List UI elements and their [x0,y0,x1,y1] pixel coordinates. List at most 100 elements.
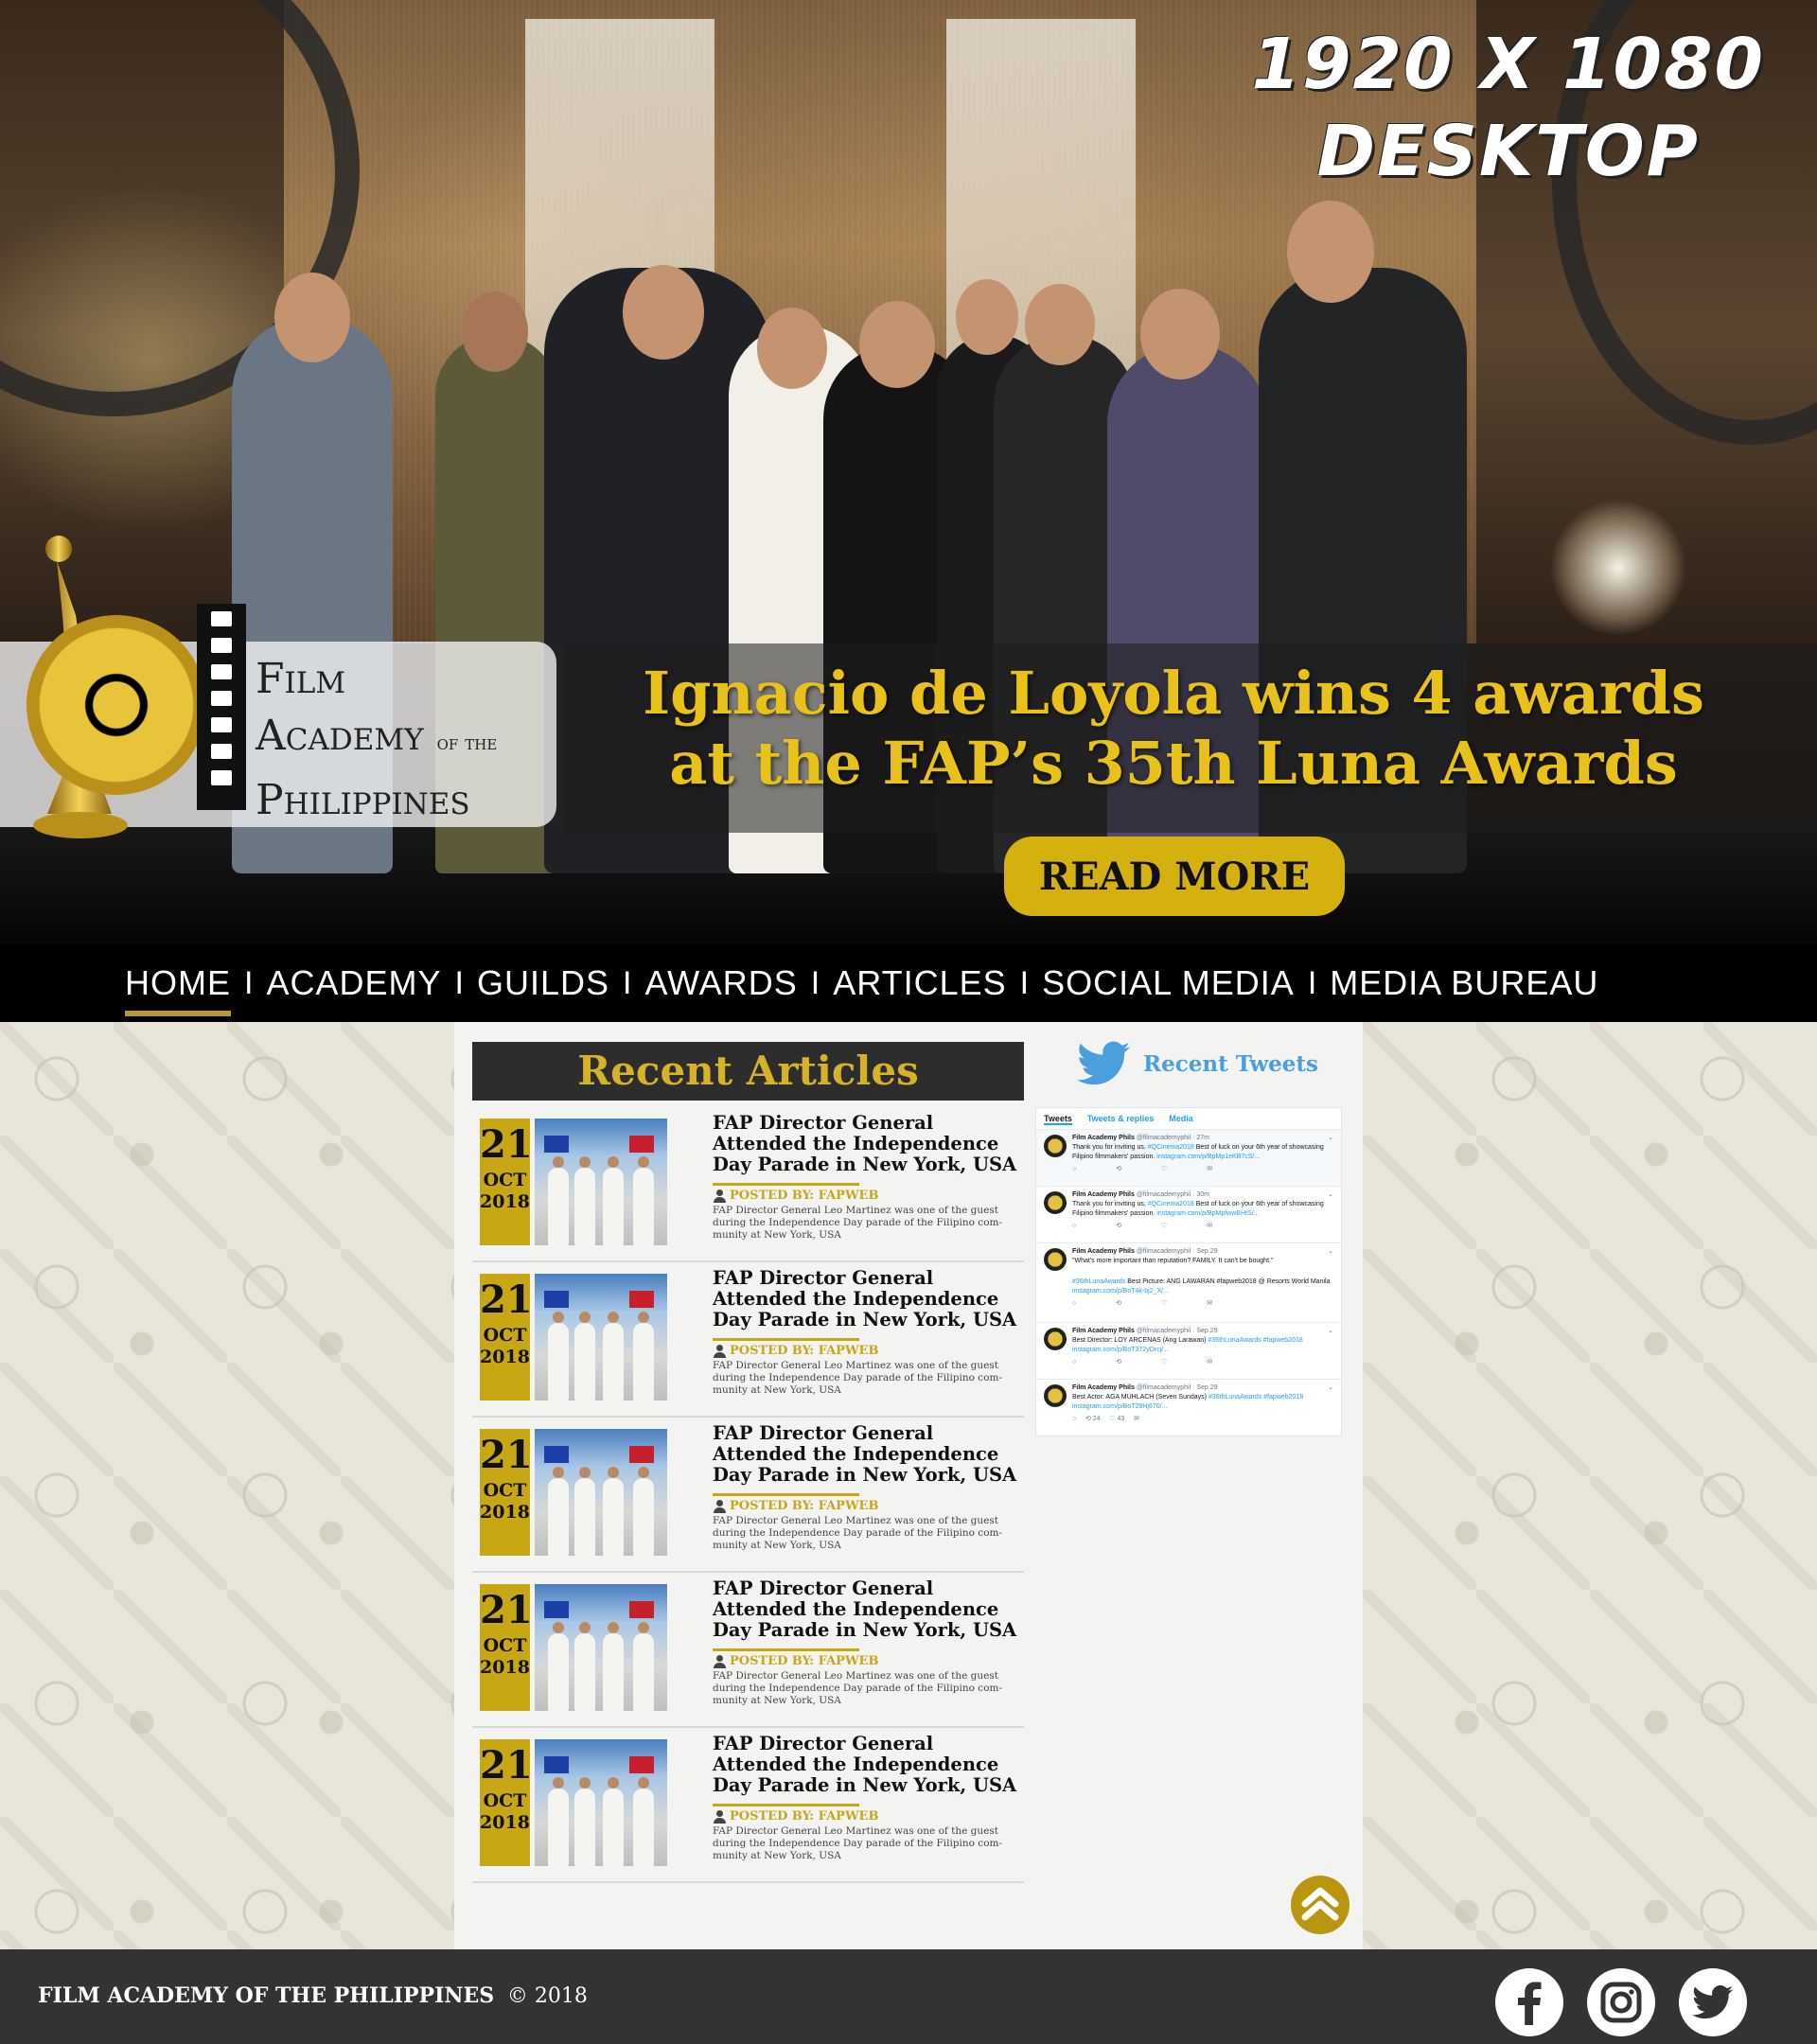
tweet-hashtag[interactable]: #QCinema2018 [1148,1144,1194,1151]
title-underline [713,1338,859,1341]
tweet-author[interactable]: Film Academy Phils [1072,1328,1135,1334]
posted-by-label: POSTED BY: FAPWEB [730,1809,879,1824]
article-thumbnail[interactable] [535,1584,667,1711]
date-month: OCT [483,1790,527,1811]
nav-separator: I [622,964,632,1001]
date-day: 21 [480,1588,533,1632]
article-card[interactable]: 21 OCT 2018 FAP Director General Attende… [472,1728,1024,1883]
facebook-icon[interactable] [1495,1968,1563,2036]
tweet[interactable]: ⌄ Film Academy Phils @filmacademyphil · … [1036,1130,1341,1187]
tweet[interactable]: ⌄ Film Academy Phils @filmacademyphil · … [1036,1380,1341,1435]
article-title[interactable]: FAP Director General Attended the Indepe… [713,1268,1025,1330]
like-count: 43 [1117,1416,1125,1422]
tweet-link[interactable]: instagram.com/p/BoT4k-bj2_X/... [1072,1288,1169,1295]
tweet-actions[interactable]: ○ ⟲ ♡ ✉ [1072,1358,1333,1367]
scroll-to-top-button[interactable] [1291,1876,1350,1934]
user-icon [713,1499,726,1513]
tweet-author[interactable]: Film Academy Phils [1072,1384,1135,1391]
tweet-handle: @filmacademyphil · Sep 29 [1136,1384,1218,1391]
tweet-hashtag[interactable]: #QCinema2018 [1148,1201,1194,1207]
read-more-button[interactable]: READ MORE [1004,837,1345,916]
chevron-down-icon[interactable]: ⌄ [1328,1247,1333,1257]
tweet[interactable]: ⌄ Film Academy Phils @filmacademyphil · … [1036,1243,1341,1323]
article-title[interactable]: FAP Director General Attended the Indepe… [713,1734,1025,1796]
user-icon [713,1654,726,1668]
nav-item-awards[interactable]: AWARDS [644,963,797,1003]
nav-item-home[interactable]: HOME [125,963,231,1016]
date-year: 2018 [480,1657,530,1678]
footer-org-name: FILM ACADEMY OF THE PHILIPPINES [38,1983,495,2008]
tweet-hashtag[interactable]: #36thLunaAwards #fapweb2018 [1208,1394,1303,1401]
tweet-actions[interactable]: ○ ⟲ ♡ ✉ [1072,1299,1333,1309]
hero-headline-line-1: Ignacio de Loyola wins 4 awards [643,659,1704,728]
instagram-icon[interactable] [1587,1968,1655,2036]
user-icon [713,1344,726,1358]
site-footer: FILM ACADEMY OF THE PHILIPPINES © 2018 [0,1949,1817,2044]
resolution-line-2: DESKTOP [1316,111,1700,192]
title-underline [713,1804,859,1806]
double-chevron-up-icon [1301,1887,1339,1921]
article-thumbnail[interactable] [535,1274,667,1401]
tweet-link[interactable]: instagram.com/p/BoT372yDrcj/... [1072,1347,1169,1353]
avatar[interactable] [1044,1191,1067,1214]
logo-line-1: Film [256,655,346,703]
tweet-actions[interactable]: ○ ⟲ 24 ♡ 43 ✉ [1072,1415,1333,1424]
tweet-actions[interactable]: ○ ⟲ ♡ ✉ [1072,1165,1333,1174]
tweet-actions[interactable]: ○ ⟲ ♡ ✉ [1072,1222,1333,1231]
date-year: 2018 [480,1812,530,1833]
title-underline [713,1183,859,1186]
chevron-down-icon[interactable]: ⌄ [1328,1327,1333,1336]
user-icon [713,1809,726,1824]
tab-tweets-replies[interactable]: Tweets & replies [1087,1114,1154,1125]
nav-item-guilds[interactable]: GUILDS [477,963,609,1003]
article-thumbnail[interactable] [535,1429,667,1556]
tweet-text: Thank you for inviting us, [1072,1201,1148,1207]
hero-headline-line-2: at the FAP’s 35th Luna Awards [669,729,1678,798]
tweet-link[interactable]: instagram.com/p/BpMp1eKB7cS/... [1156,1154,1260,1160]
article-title[interactable]: FAP Director General Attended the Indepe… [713,1578,1025,1641]
tab-media[interactable]: Media [1169,1114,1193,1125]
title-underline [713,1493,859,1496]
tweet-text-2: Best Picture: ANG LAWARAN #fapweb2018 @ … [1125,1278,1331,1285]
tweet-author[interactable]: Film Academy Phils [1072,1248,1135,1255]
tweet-hashtag[interactable]: #36thLunaAwards [1072,1278,1125,1285]
tweet-link[interactable]: instagram.com/p/BpMpfwwBHtS/... [1156,1210,1259,1217]
nav-item-social-media[interactable]: SOCIAL MEDIA [1042,963,1295,1003]
article-card[interactable]: 21 OCT 2018 FAP Director General Attende… [472,1107,1024,1262]
chevron-down-icon[interactable]: ⌄ [1328,1190,1333,1200]
date-month: OCT [483,1480,527,1501]
article-title[interactable]: FAP Director General Attended the Indepe… [713,1423,1025,1486]
article-title[interactable]: FAP Director General Attended the Indepe… [713,1113,1025,1175]
chevron-down-icon[interactable]: ⌄ [1328,1383,1333,1393]
avatar[interactable] [1044,1248,1067,1271]
tweet[interactable]: ⌄ Film Academy Phils @filmacademyphil · … [1036,1323,1341,1380]
tweet-hashtag[interactable]: #36thLunaAwards #fapweb2018 [1208,1337,1302,1344]
avatar[interactable] [1044,1384,1067,1407]
tab-tweets[interactable]: Tweets [1044,1114,1072,1125]
nav-item-academy[interactable]: ACADEMY [266,963,441,1003]
title-underline [713,1648,859,1651]
chevron-down-icon[interactable]: ⌄ [1328,1134,1333,1143]
hero-headline: Ignacio de Loyola wins 4 awards at the F… [606,659,1741,799]
copyright: FILM ACADEMY OF THE PHILIPPINES © 2018 [38,1983,588,2008]
avatar[interactable] [1044,1135,1067,1157]
article-card[interactable]: 21 OCT 2018 FAP Director General Attende… [472,1262,1024,1418]
twitter-icon[interactable] [1679,1968,1747,2036]
tweet[interactable]: ⌄ Film Academy Phils @filmacademyphil · … [1036,1187,1341,1243]
posted-by-label: POSTED BY: FAPWEB [730,1654,879,1668]
tweet-link[interactable]: instagram.com/p/BoT29Hj670/... [1072,1403,1167,1410]
tweet-author[interactable]: Film Academy Phils [1072,1135,1135,1141]
tweet-handle: @filmacademyphil · Sep 29 [1136,1328,1218,1334]
logo-wordmark[interactable]: Film Academy of the Philippines [256,651,497,829]
tweet-author[interactable]: Film Academy Phils [1072,1191,1135,1198]
logo-line-3: Philippines [256,776,470,824]
avatar[interactable] [1044,1328,1067,1350]
article-thumbnail[interactable] [535,1119,667,1245]
article-thumbnail[interactable] [535,1739,667,1866]
recent-articles-heading: Recent Articles [472,1042,1024,1101]
nav-item-media-bureau[interactable]: MEDIA BUREAU [1330,963,1598,1003]
article-card[interactable]: 21 OCT 2018 FAP Director General Attende… [472,1573,1024,1728]
twitter-timeline[interactable]: Tweets Tweets & replies Media ⌄ Film Aca… [1035,1107,1342,1436]
article-card[interactable]: 21 OCT 2018 FAP Director General Attende… [472,1418,1024,1573]
nav-item-articles[interactable]: ARTICLES [833,963,1006,1003]
